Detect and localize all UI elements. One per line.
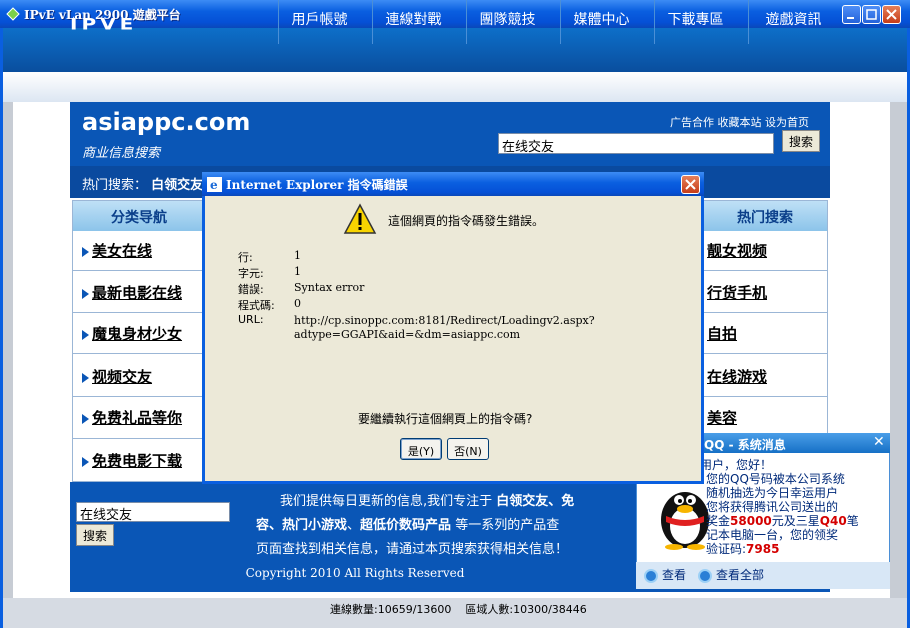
status-text: 連線數量:10659/13600 區域人數:10300/38446: [330, 603, 587, 616]
no-button[interactable]: 否(N): [447, 438, 489, 460]
maximize-button[interactable]: [862, 5, 881, 24]
row-divider: [703, 353, 827, 354]
magnifier-icon: [698, 568, 712, 583]
nav-game-info[interactable]: 遊戲資訊: [748, 0, 838, 44]
dialog-question: 要繼續執行這個網頁上的指令碼?: [358, 412, 533, 426]
field-label: URL:: [238, 313, 264, 326]
category-link[interactable]: 美女在线: [82, 240, 152, 261]
nav-user-account[interactable]: 用戶帳號: [278, 0, 360, 44]
hot-search-header: 热门搜索: [703, 201, 827, 231]
magnifier-icon: [644, 568, 658, 583]
hot-link[interactable]: 行货手机: [707, 282, 767, 303]
arrow-icon: [82, 329, 89, 340]
category-header: 分类导航: [73, 201, 205, 231]
row-divider: [73, 438, 205, 439]
close-button[interactable]: [882, 5, 901, 24]
category-link[interactable]: 最新电影在线: [82, 282, 182, 303]
arrow-icon: [82, 288, 89, 299]
row-divider: [703, 312, 827, 313]
dialog-close-button[interactable]: [681, 175, 700, 194]
arrow-icon: [82, 456, 89, 467]
field-value: 1: [294, 249, 301, 262]
site-top-links[interactable]: 广告合作 收藏本站 设为首页: [670, 114, 809, 130]
qq-close-icon[interactable]: ✕: [873, 434, 885, 450]
close-icon: [685, 179, 696, 190]
hot-link[interactable]: 靓女视频: [707, 240, 767, 261]
field-label: 行:: [238, 251, 253, 264]
qq-view-link[interactable]: 查看: [644, 566, 686, 583]
dialog-title: Internet Explorer 指令碼錯誤: [226, 178, 408, 192]
ie-icon: e: [207, 177, 222, 192]
field-value: 0: [294, 297, 301, 310]
nav-strip: [3, 72, 907, 102]
footer-search-button[interactable]: 搜索: [76, 524, 114, 546]
hot-search-link[interactable]: 白领交友: [151, 178, 203, 193]
nav-media-center[interactable]: 媒體中心: [560, 0, 642, 44]
category-link[interactable]: 视频交友: [82, 366, 152, 387]
category-link[interactable]: 魔鬼身材少女: [82, 323, 182, 344]
nav-online-battle[interactable]: 連線對戰: [372, 0, 454, 44]
site-search-button[interactable]: 搜索: [782, 130, 820, 152]
field-label: 字元:: [238, 267, 264, 280]
app-logo: IPVE: [70, 14, 138, 34]
field-value: Syntax error: [294, 281, 365, 294]
hot-link[interactable]: 自拍: [707, 323, 737, 344]
minimize-button[interactable]: [842, 5, 861, 24]
yes-button[interactable]: 是(Y): [400, 438, 442, 460]
field-value: http://cp.sinoppc.com:8181/Redirect/Load…: [294, 314, 595, 327]
url-continuation: adtype=GGAPI&aid=&dm=asiappc.com: [294, 328, 521, 341]
hot-search-text: 热门搜索： 白领交友: [82, 174, 203, 193]
svg-text:e: e: [210, 178, 218, 192]
qq-popup-title: QQ - 系统消息: [704, 438, 786, 452]
nav-team-competition[interactable]: 團隊競技: [466, 0, 548, 44]
footer-description: 我们提供每日更新的信息,我们专注于 白领交友、免 容、热门小游戏、超低价数码产品…: [256, 494, 575, 557]
field-label: 程式碼:: [238, 299, 275, 312]
row-divider: [73, 396, 205, 397]
qq-message: 用户，您好！ 您的QQ号码被本公司系统 随机抽选为今日幸运用户 您将获得腾讯公司…: [700, 458, 859, 556]
hot-link[interactable]: 美容: [707, 407, 737, 428]
arrow-icon: [82, 413, 89, 424]
hot-link[interactable]: 在线游戏: [707, 366, 767, 387]
close-icon: [886, 9, 897, 20]
category-link[interactable]: 免费礼品等你: [82, 407, 182, 428]
warning-icon: [343, 203, 377, 234]
site-name[interactable]: asiappc.com: [82, 108, 250, 136]
field-value: 1: [294, 265, 301, 278]
category-link[interactable]: 免费电影下载: [82, 450, 182, 471]
field-label: 錯誤:: [238, 283, 264, 296]
footer-search-input[interactable]: 在线交友: [76, 502, 230, 523]
maximize-icon: [866, 9, 877, 20]
site-search-input[interactable]: 在线交友: [498, 133, 774, 155]
arrow-icon: [82, 372, 89, 383]
page-margin-left: [3, 102, 13, 600]
arrow-icon: [82, 246, 89, 257]
row-divider: [703, 270, 827, 271]
row-divider: [73, 353, 205, 354]
minimize-icon: [847, 17, 854, 19]
copyright: Copyright 2010 All Rights Reserved: [245, 566, 465, 580]
site-subtitle: 商业信息搜索: [82, 146, 161, 161]
page-margin-right: [890, 102, 907, 600]
qq-view-all-link[interactable]: 查看全部: [698, 566, 764, 583]
hot-search-label: 热门搜索：: [82, 178, 148, 193]
row-divider: [73, 270, 205, 271]
nav-downloads[interactable]: 下載專區: [654, 0, 736, 44]
row-divider: [703, 396, 827, 397]
dialog-message: 這個網頁的指令碼發生錯誤。: [388, 214, 545, 228]
app-icon: [6, 7, 20, 21]
row-divider: [73, 312, 205, 313]
